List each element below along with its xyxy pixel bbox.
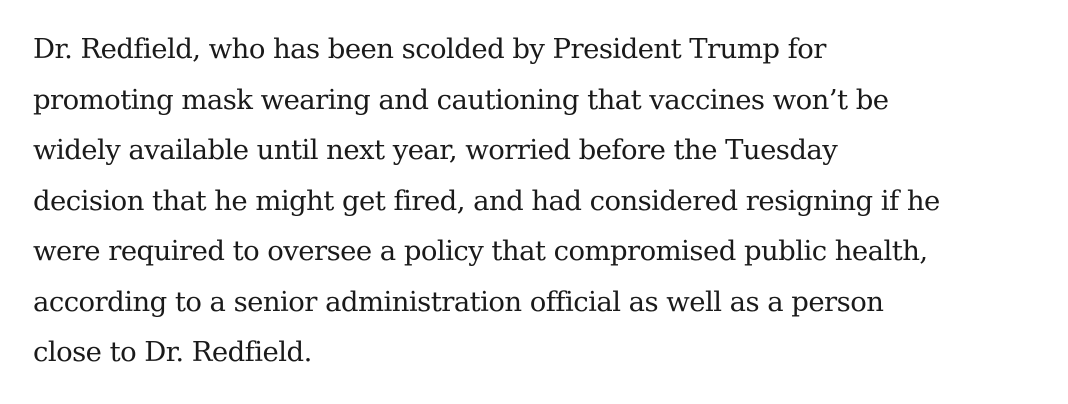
paragraph-line: close to Dr. Redfield. <box>33 336 312 368</box>
paragraph-line: Dr. Redfield, who has been scolded by Pr… <box>33 33 826 65</box>
paragraph-line: according to a senior administration off… <box>33 285 884 318</box>
article-paragraph: Dr. Redfield, who has been scolded by Pr… <box>33 24 1053 378</box>
paragraph-line: were required to oversee a policy that c… <box>33 235 928 267</box>
paragraph-line: decision that he might get fired, and ha… <box>33 184 940 217</box>
paragraph-line: promoting mask wearing and cautioning th… <box>33 83 889 116</box>
paragraph-line: widely available until next year, worrie… <box>33 134 838 166</box>
